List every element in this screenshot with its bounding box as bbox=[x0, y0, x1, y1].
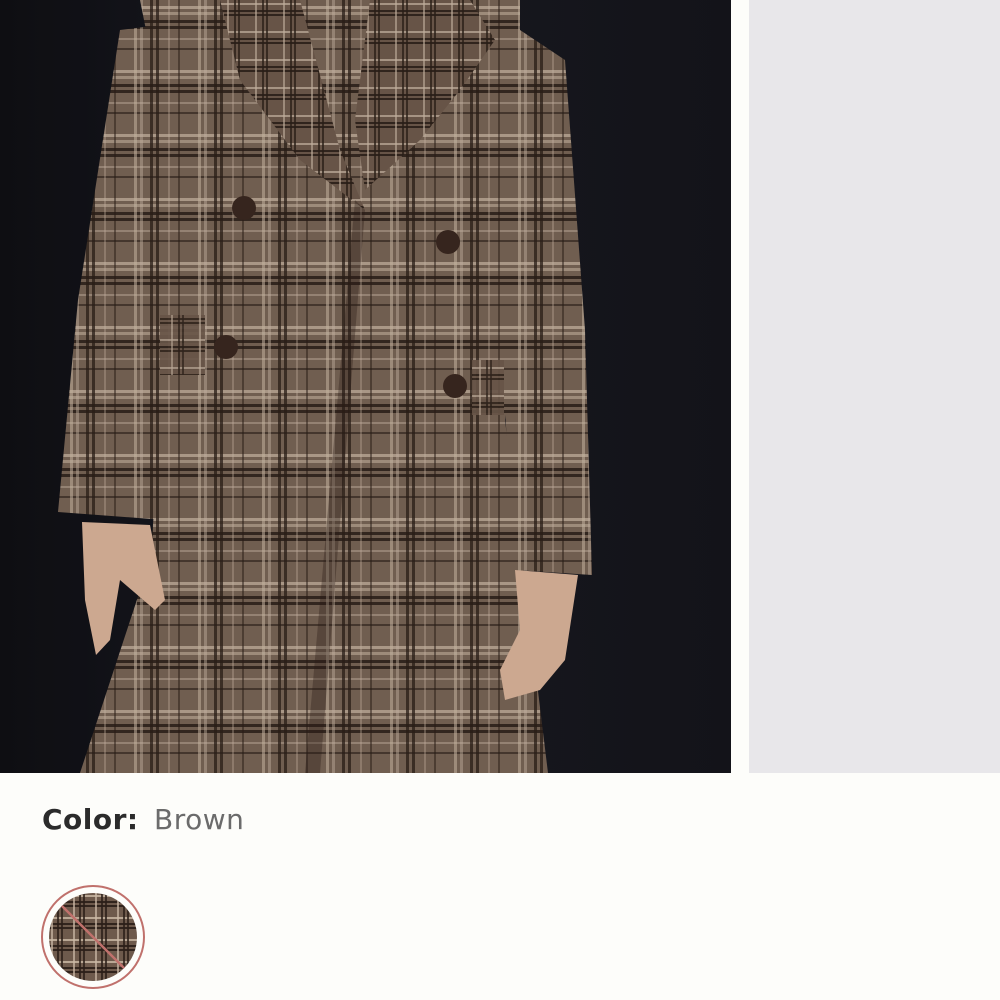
image-gallery[interactable] bbox=[0, 0, 1000, 773]
next-product-image[interactable] bbox=[749, 0, 1000, 773]
swatch-brown-plaid[interactable] bbox=[41, 885, 145, 989]
color-selection-row: Color: Brown bbox=[42, 803, 244, 836]
swatch-plaid-fill bbox=[49, 893, 137, 981]
color-value: Brown bbox=[154, 803, 245, 836]
color-label: Color: bbox=[42, 803, 139, 836]
product-page: Color: Brown bbox=[0, 0, 1000, 1000]
product-image[interactable] bbox=[0, 0, 731, 773]
coat-illustration bbox=[0, 0, 731, 773]
